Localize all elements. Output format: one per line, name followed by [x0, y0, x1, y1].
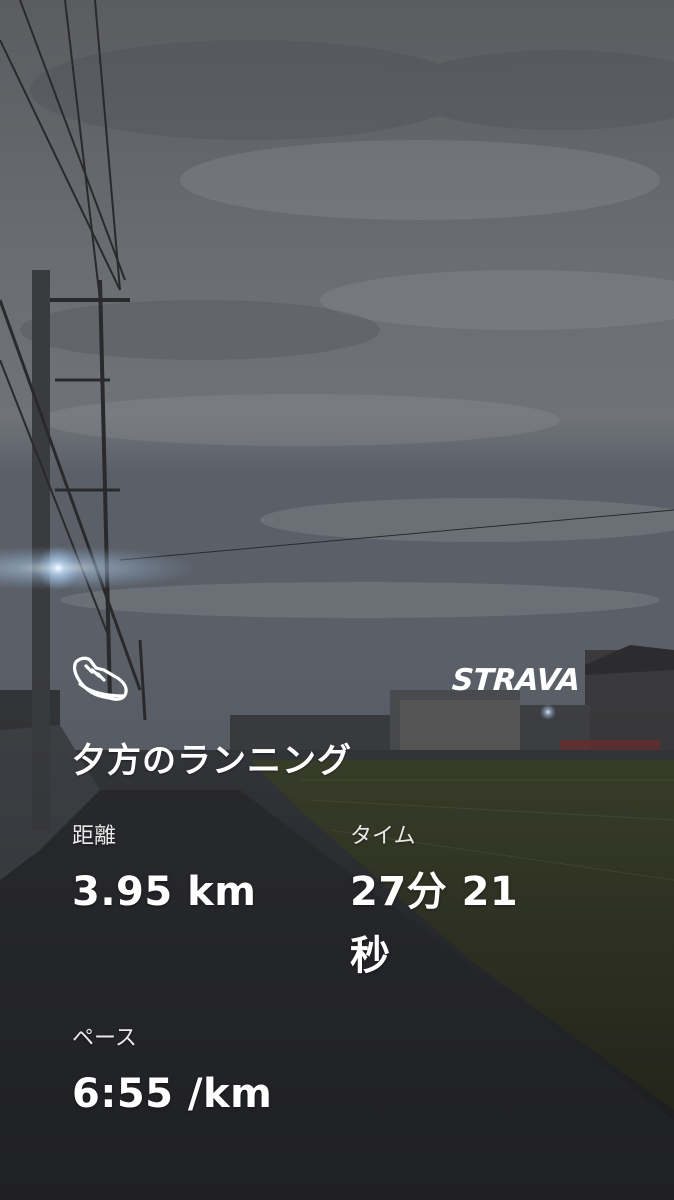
time-label: タイム [350, 824, 416, 849]
pace-label: ペース [72, 1026, 137, 1051]
text-shade-overlay [0, 0, 674, 1200]
running-shoe-icon [72, 656, 128, 701]
time-value-line2: 秒 [350, 933, 391, 979]
strava-logo: STRAVA [450, 663, 582, 698]
distance-value: 3.95 km [72, 869, 257, 915]
pace-value: 6:55 /km [72, 1071, 273, 1117]
activity-title: 夕方のランニング [72, 741, 352, 781]
distance-label: 距離 [72, 824, 117, 849]
time-value-line1: 27分 21 [350, 869, 519, 915]
